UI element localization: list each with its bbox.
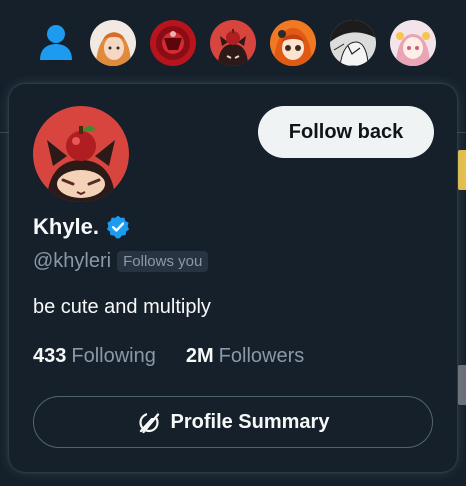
followers-label: Followers <box>218 345 305 367</box>
profile-avatar[interactable] <box>33 106 129 202</box>
display-name[interactable]: Khyle. <box>33 214 99 240</box>
person-icon[interactable] <box>36 22 76 62</box>
verified-badge-icon[interactable] <box>105 214 131 240</box>
follows-you-badge: Follows you <box>117 251 209 272</box>
profile-summary-button[interactable]: Profile Summary <box>33 396 433 448</box>
following-stat[interactable]: 433 Following <box>33 345 156 368</box>
background-timeline <box>456 80 466 480</box>
grok-icon <box>137 410 161 434</box>
avatar-2[interactable] <box>150 20 196 66</box>
avatar-3[interactable] <box>210 20 256 66</box>
background-thumbnail <box>458 365 466 405</box>
followers-count: 2M <box>185 345 214 367</box>
avatar-4[interactable] <box>270 20 316 66</box>
avatar-row <box>0 20 466 68</box>
handle-row: @khyleri Follows you <box>33 250 209 273</box>
follow-back-button[interactable]: Follow back <box>258 106 434 158</box>
avatar-1[interactable] <box>90 20 136 66</box>
screen: Follow back Khyle. @khyleri Follows you … <box>0 0 466 486</box>
name-row: Khyle. <box>33 214 131 240</box>
following-count: 433 <box>33 345 67 367</box>
profile-hover-card: Follow back Khyle. @khyleri Follows you … <box>9 84 457 472</box>
profile-bio: be cute and multiply <box>33 296 211 318</box>
following-label: Following <box>71 345 156 367</box>
profile-summary-label: Profile Summary <box>170 410 330 433</box>
avatar-6[interactable] <box>390 20 436 66</box>
user-handle[interactable]: @khyleri <box>33 250 111 273</box>
followers-stat[interactable]: 2M Followers <box>186 345 304 368</box>
avatar-5[interactable] <box>330 20 376 66</box>
follow-stats: 433 Following 2M Followers <box>33 345 334 368</box>
background-thumbnail <box>458 150 466 190</box>
